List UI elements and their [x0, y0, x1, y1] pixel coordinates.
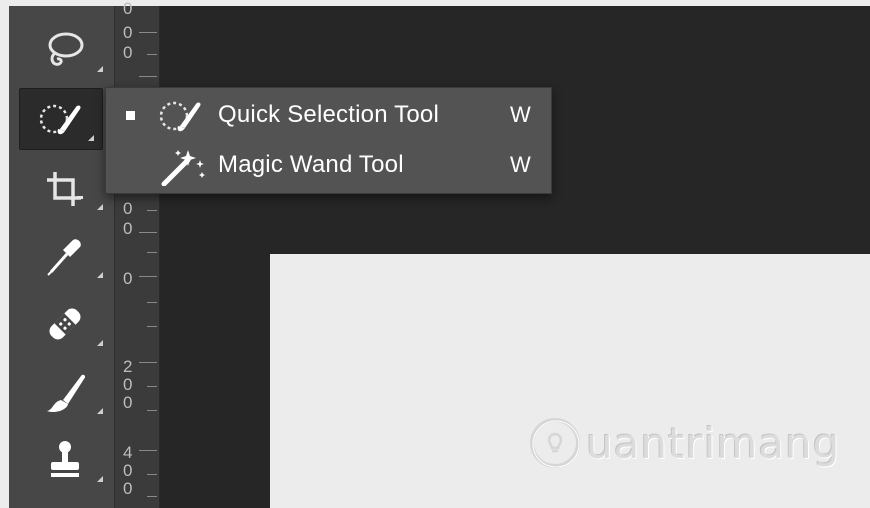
brush-icon	[47, 374, 86, 413]
stamp-icon	[51, 441, 79, 477]
tool-group-indicator	[97, 204, 103, 210]
ruler-label: 4	[123, 443, 133, 462]
watermark-text: uantrimang	[586, 418, 841, 468]
flyout-item-magic-wand[interactable]: Magic Wand Tool W	[106, 142, 551, 188]
watermark: uantrimang	[528, 413, 840, 473]
tool-group-indicator	[97, 66, 103, 72]
flyout-item-label: Magic Wand Tool	[218, 151, 404, 178]
ruler-label: 0	[123, 461, 133, 480]
quick-selection-icon	[158, 96, 210, 141]
tools-panel	[9, 6, 114, 508]
bandage-icon	[49, 308, 81, 340]
lightbulb-icon	[530, 418, 580, 468]
ruler-tick	[147, 252, 157, 253]
ruler-label: 0	[123, 269, 133, 288]
eyedropper-icon	[47, 239, 81, 276]
window-frame-left	[0, 0, 9, 508]
tool-group-indicator	[97, 476, 103, 482]
eyedropper-tool-button[interactable]	[19, 226, 111, 286]
flyout-item-quick-selection[interactable]: Quick Selection Tool W	[106, 92, 551, 138]
brush-tool-button[interactable]	[19, 362, 111, 422]
tool-group-indicator	[88, 135, 94, 141]
flyout-item-label: Quick Selection Tool	[218, 101, 440, 128]
lasso-tool-button[interactable]	[19, 20, 111, 80]
crop-icon	[47, 172, 83, 206]
magic-wand-icon	[158, 146, 210, 191]
tool-group-indicator	[97, 408, 103, 414]
crop-tool-button[interactable]	[19, 158, 111, 218]
flyout-item-shortcut: W	[510, 152, 531, 177]
ruler-label: 0	[123, 0, 133, 18]
ruler-tick	[139, 76, 157, 77]
ruler-tick	[147, 474, 157, 475]
ruler-tick	[139, 32, 157, 33]
tool-group-indicator	[97, 272, 103, 278]
ruler-label: 0	[123, 375, 133, 394]
selected-indicator	[126, 110, 135, 120]
flyout-item-shortcut: W	[510, 102, 531, 127]
ruler-tick	[147, 386, 157, 387]
ruler-label: 0	[123, 43, 133, 62]
ruler-tick	[147, 410, 157, 411]
ruler-label: 2	[123, 357, 133, 376]
tool-flyout-menu: Quick Selection Tool W Magic Wand Tool W	[105, 87, 552, 194]
unselected-indicator	[126, 161, 135, 170]
vertical-ruler[interactable]: 0 0 0 0 0 0 2 0 0 4 0 0	[114, 0, 160, 508]
healing-brush-tool-button[interactable]	[19, 294, 111, 354]
ruler-label: 0	[123, 479, 133, 498]
ruler-tick	[147, 54, 157, 55]
ruler-label: 0	[123, 199, 133, 218]
ruler-tick	[147, 302, 157, 303]
quick-selection-icon	[39, 104, 81, 135]
tool-group-indicator	[97, 340, 103, 346]
ruler-label: 0	[123, 23, 133, 42]
ruler-tick	[147, 496, 157, 497]
ruler-tick	[139, 450, 157, 451]
ruler-label: 0	[123, 393, 133, 412]
clone-stamp-tool-button[interactable]	[19, 430, 111, 490]
quick-selection-tool-button[interactable]	[19, 88, 103, 150]
ruler-tick	[139, 232, 157, 233]
ruler-tick	[139, 276, 157, 277]
ruler-tick	[147, 210, 157, 211]
ruler-tick	[147, 326, 157, 327]
ruler-tick	[139, 362, 157, 363]
ruler-label: 0	[123, 219, 133, 238]
lasso-icon	[48, 32, 84, 66]
